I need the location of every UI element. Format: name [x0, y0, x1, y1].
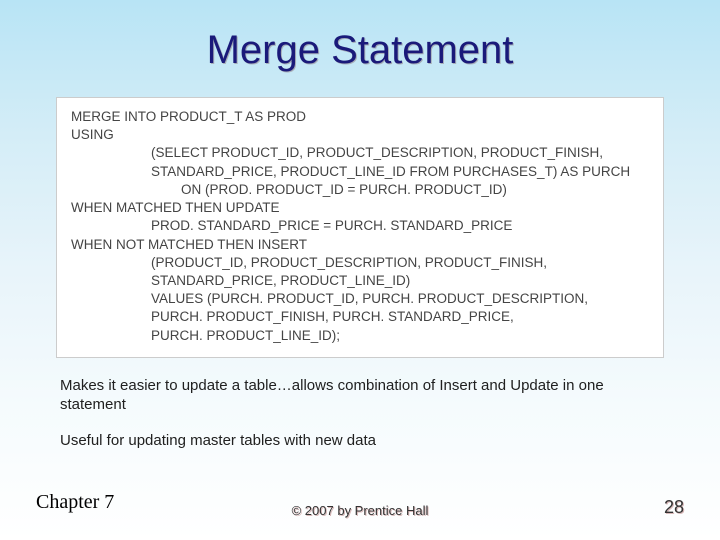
code-line: VALUES (PURCH. PRODUCT_ID, PURCH. PRODUC… — [71, 290, 649, 308]
code-line: USING — [71, 126, 649, 144]
code-line: (SELECT PRODUCT_ID, PRODUCT_DESCRIPTION,… — [71, 144, 649, 162]
slide: Merge Statement MERGE INTO PRODUCT_T AS … — [0, 0, 720, 540]
code-line: ON (PROD. PRODUCT_ID = PURCH. PRODUCT_ID… — [71, 181, 649, 199]
footer-chapter: Chapter 7 — [36, 491, 114, 514]
sql-code-block: MERGE INTO PRODUCT_T AS PROD USING (SELE… — [56, 97, 664, 358]
code-line: WHEN NOT MATCHED THEN INSERT — [71, 236, 649, 254]
footer-copyright: © 2007 by Prentice Hall — [292, 503, 429, 518]
code-line: STANDARD_PRICE, PRODUCT_LINE_ID) — [71, 272, 649, 290]
footer-page-number: 28 — [664, 497, 684, 518]
page-title: Merge Statement — [50, 28, 670, 73]
code-line: PURCH. PRODUCT_FINISH, PURCH. STANDARD_P… — [71, 308, 649, 326]
caption-text: Makes it easier to update a table…allows… — [60, 376, 660, 415]
code-line: STANDARD_PRICE, PRODUCT_LINE_ID FROM PUR… — [71, 163, 649, 181]
code-line: (PRODUCT_ID, PRODUCT_DESCRIPTION, PRODUC… — [71, 254, 649, 272]
caption-text: Useful for updating master tables with n… — [60, 431, 660, 451]
code-line: PURCH. PRODUCT_LINE_ID); — [71, 327, 649, 345]
code-line: WHEN MATCHED THEN UPDATE — [71, 199, 649, 217]
code-line: PROD. STANDARD_PRICE = PURCH. STANDARD_P… — [71, 217, 649, 235]
code-line: MERGE INTO PRODUCT_T AS PROD — [71, 108, 649, 126]
